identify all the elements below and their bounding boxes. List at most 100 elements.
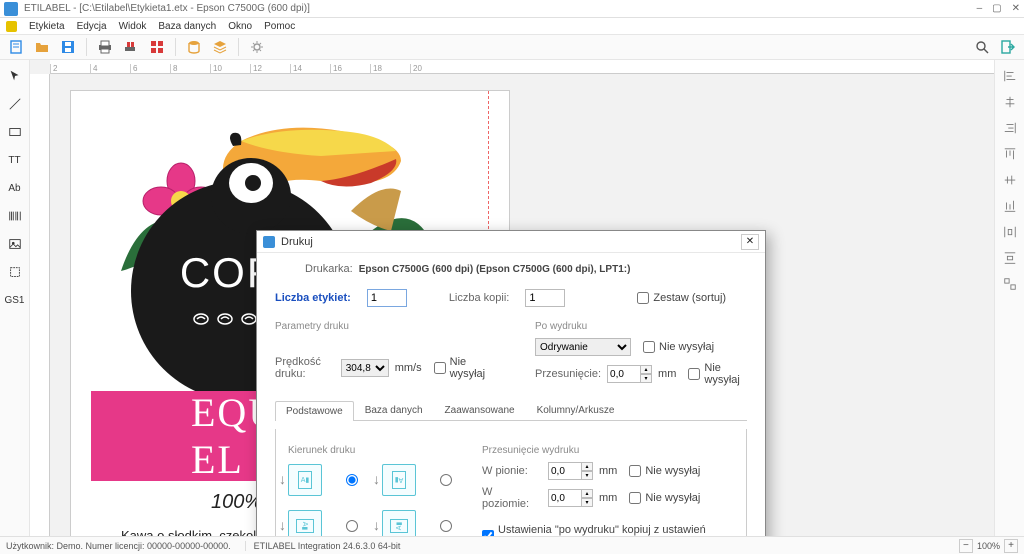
horiz-dontsend-checkbox[interactable] <box>629 492 641 504</box>
shift-up[interactable]: ▴ <box>640 365 652 374</box>
distribute-h-icon[interactable] <box>999 222 1021 242</box>
new-button[interactable] <box>6 37 26 57</box>
num-copies-input[interactable] <box>525 289 565 307</box>
label-icon <box>6 21 17 32</box>
orient-2[interactable]: ↓A▮ <box>382 464 416 496</box>
tool-text-ab[interactable]: Ab <box>4 178 26 198</box>
tab-baza-danych[interactable]: Baza danych <box>354 400 434 420</box>
zoom-value: 100% <box>977 541 1000 551</box>
horiz-label: W poziomie: <box>482 486 542 510</box>
layers-button[interactable] <box>210 37 230 57</box>
vert-dontsend-checkbox[interactable] <box>629 465 641 477</box>
num-labels-input[interactable] <box>367 289 407 307</box>
orient-radio-1[interactable] <box>346 474 358 486</box>
window-close[interactable]: ✕ <box>1012 3 1020 14</box>
orient-3[interactable]: ↓A▮ <box>288 510 322 536</box>
speed-label: Prędkość druku: <box>275 356 335 380</box>
print-variant-button[interactable] <box>147 37 167 57</box>
menu-pomoc[interactable]: Pomoc <box>264 21 295 32</box>
align-middle-v-icon[interactable] <box>999 170 1021 190</box>
horiz-input[interactable] <box>548 489 582 507</box>
speed-select[interactable]: 304,8 <box>341 359 389 377</box>
dialog-title-text: Drukuj <box>281 236 741 248</box>
after-select[interactable]: Odrywanie <box>535 338 631 356</box>
after-header: Po wydruku <box>535 321 747 332</box>
tool-text-tt[interactable]: TT <box>4 150 26 170</box>
left-toolbox: TT Ab GS1 <box>0 60 30 536</box>
tool-line[interactable] <box>4 94 26 114</box>
same-size-icon[interactable] <box>999 274 1021 294</box>
tool-clip[interactable] <box>4 262 26 282</box>
tab-zaawansowane[interactable]: Zaawansowane <box>434 400 526 420</box>
offset-header: Przesunięcie wydruku <box>482 445 734 456</box>
ruler-vertical <box>30 74 50 536</box>
band-text-2: EL <box>191 436 244 483</box>
tab-kolumny-arkusze[interactable]: Kolumny/Arkusze <box>526 400 626 420</box>
tool-rect[interactable] <box>4 122 26 142</box>
menu-baza-danych[interactable]: Baza danych <box>158 21 216 32</box>
vert-up[interactable]: ▴ <box>581 462 593 471</box>
copy-settings-label: Ustawienia "po wydruku" kopiuj z ustawie… <box>498 524 734 536</box>
printer-value: Epson C7500G (600 dpi) (Epson C7500G (60… <box>359 264 631 275</box>
open-button[interactable] <box>32 37 52 57</box>
distribute-v-icon[interactable] <box>999 248 1021 268</box>
print-button[interactable] <box>95 37 115 57</box>
save-button[interactable] <box>58 37 78 57</box>
orient-4[interactable]: ↓A▮ <box>382 510 416 536</box>
printer-label: Drukarka: <box>305 263 353 275</box>
ruler-horizontal: 2468101214161820 <box>50 60 994 74</box>
shift-dontsend-checkbox[interactable] <box>688 368 700 380</box>
dialog-titlebar: Drukuj ✕ <box>257 231 765 253</box>
zoom-button[interactable] <box>972 37 992 57</box>
window-minimize[interactable]: – <box>977 3 983 14</box>
num-labels-label: Liczba etykiet: <box>275 292 351 304</box>
status-integration: ETILABEL Integration 24.6.3.0 64-bit <box>245 541 401 551</box>
print-queue-button[interactable] <box>121 37 141 57</box>
horiz-up[interactable]: ▴ <box>581 489 593 498</box>
orient-radio-3[interactable] <box>346 520 358 532</box>
window-maximize[interactable]: ▢ <box>992 3 1001 14</box>
align-center-h-icon[interactable] <box>999 92 1021 112</box>
collate-checkbox[interactable] <box>637 292 649 304</box>
vert-down[interactable]: ▾ <box>581 471 593 480</box>
window-title: ETILABEL - [C:\Etilabel\Etykieta1.etx - … <box>24 3 310 14</box>
after-dontsend-checkbox[interactable] <box>643 341 655 353</box>
tool-pointer[interactable] <box>4 66 26 86</box>
zoom-in-button[interactable]: + <box>1004 539 1018 553</box>
tool-image[interactable] <box>4 234 26 254</box>
num-copies-label: Liczba kopii: <box>449 292 510 304</box>
menu-widok[interactable]: Widok <box>119 21 147 32</box>
dialog-icon <box>263 236 275 248</box>
tool-gs1[interactable]: GS1 <box>4 290 26 310</box>
speed-dontsend-checkbox[interactable] <box>434 362 446 374</box>
align-left-icon[interactable] <box>999 66 1021 86</box>
menu-etykieta[interactable]: Etykieta <box>29 21 65 32</box>
shift-input[interactable] <box>607 365 641 383</box>
align-right-icon[interactable] <box>999 118 1021 138</box>
menu-edycja[interactable]: Edycja <box>77 21 107 32</box>
menu-okno[interactable]: Okno <box>228 21 252 32</box>
tab-podstawowe[interactable]: Podstawowe <box>275 401 354 421</box>
orient-radio-4[interactable] <box>440 520 452 532</box>
vert-label: W pionie: <box>482 465 542 477</box>
zoom-out-button[interactable]: − <box>959 539 973 553</box>
exit-button[interactable] <box>998 37 1018 57</box>
orient-radio-2[interactable] <box>440 474 452 486</box>
database-button[interactable] <box>184 37 204 57</box>
shift-down[interactable]: ▾ <box>640 374 652 383</box>
orient-1[interactable]: ↓A▮ <box>288 464 322 496</box>
orient-header: Kierunek druku <box>288 445 452 456</box>
main-area: TT Ab GS1 2468101214161820 <box>0 60 1024 536</box>
vert-input[interactable] <box>548 462 582 480</box>
main-toolbar <box>0 34 1024 60</box>
horiz-down[interactable]: ▾ <box>581 498 593 507</box>
copy-settings-checkbox[interactable] <box>482 530 494 536</box>
dialog-close-button[interactable]: ✕ <box>741 234 759 250</box>
settings-button[interactable] <box>247 37 267 57</box>
tool-barcode[interactable] <box>4 206 26 226</box>
align-bottom-icon[interactable] <box>999 196 1021 216</box>
title-bar: ETILABEL - [C:\Etilabel\Etykieta1.etx - … <box>0 0 1024 18</box>
align-top-icon[interactable] <box>999 144 1021 164</box>
app-icon <box>4 2 18 16</box>
menu-bar: Etykieta Edycja Widok Baza danych Okno P… <box>0 18 1024 34</box>
